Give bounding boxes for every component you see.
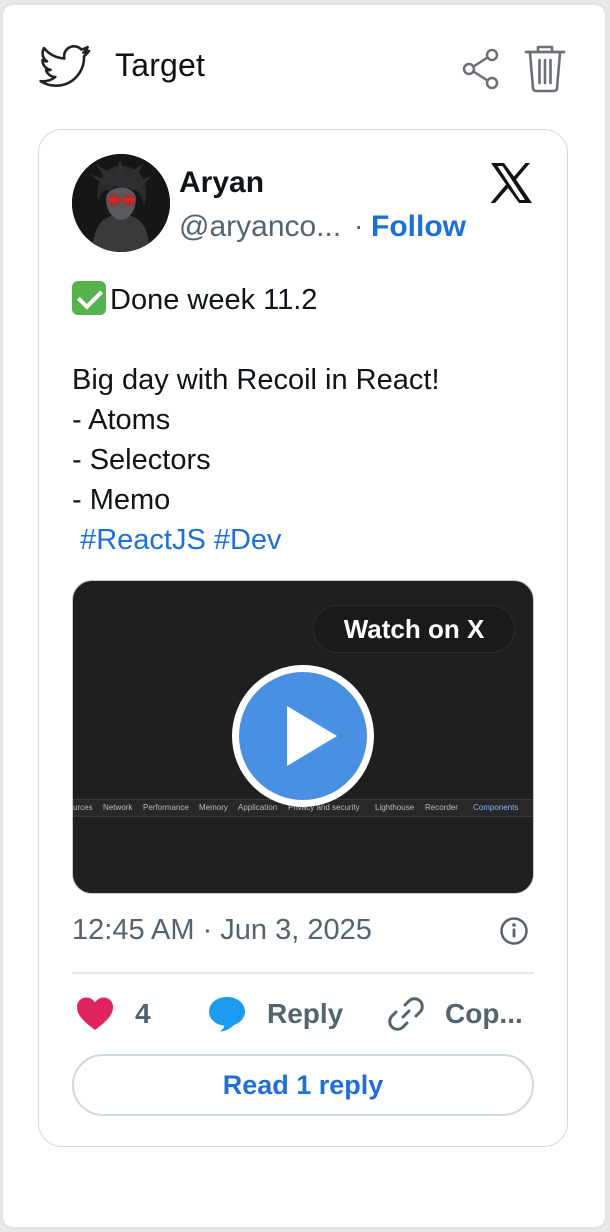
reply-bubble-icon [209, 997, 245, 1032]
devtools-tab: Recorder [425, 803, 458, 812]
like-count: 4 [135, 998, 151, 1029]
like-button[interactable]: 4 [75, 992, 151, 1036]
follow-link[interactable]: Follow [371, 210, 466, 244]
copy-link-button[interactable]: Cop... [387, 992, 523, 1036]
hashtags-line: #ReactJS #Dev [72, 520, 542, 560]
play-icon[interactable] [232, 665, 374, 807]
devtools-tab: Application [238, 803, 278, 812]
reply-label: Reply [267, 998, 344, 1029]
devtools-panel [73, 818, 533, 893]
link-icon [388, 997, 424, 1031]
hashtag-link[interactable]: #ReactJS [80, 524, 206, 556]
card-header: Target [3, 5, 605, 125]
devtools-tab: Components [473, 803, 519, 812]
watch-on-x-button[interactable]: Watch on X [313, 605, 515, 653]
read-replies-button[interactable]: Read 1 reply [72, 1054, 534, 1116]
separator-dot: · [354, 210, 364, 241]
tweet-line: Done week 11.2 [72, 280, 542, 320]
tweet-line [72, 320, 542, 360]
heart-icon [77, 997, 113, 1030]
embed-card: Target Aryan @aryanco... · Follow Done w… [1, 3, 607, 1229]
video-media[interactable]: urces Network Performance Memory Applica… [72, 580, 534, 894]
header-title: Target [115, 47, 206, 83]
avatar[interactable] [72, 154, 170, 252]
info-icon[interactable] [499, 916, 529, 946]
twitter-bird-icon [39, 45, 91, 87]
divider [72, 972, 534, 974]
tweet-line: - Selectors [72, 444, 211, 476]
author-name[interactable]: Aryan [179, 166, 264, 200]
devtools-tab: Performance [143, 803, 189, 812]
check-mark-icon [72, 281, 106, 315]
devtools-tab: urces [73, 803, 93, 812]
tweet-line: Big day with Recoil in React! [72, 364, 440, 396]
reply-button[interactable]: Reply [207, 992, 343, 1036]
share-icon[interactable] [461, 47, 501, 91]
hashtag-link[interactable]: #Dev [214, 524, 282, 556]
copy-label: Cop... [445, 998, 523, 1029]
tweet-line: - Atoms [72, 404, 171, 436]
devtools-tab: Memory [199, 803, 228, 812]
tweet-line: - Memo [72, 484, 171, 516]
tweet-text: Done week 11.2 Big day with Recoil in Re… [72, 280, 542, 560]
devtools-tab: Lighthouse [375, 803, 415, 812]
tweet-embed: Aryan @aryanco... · Follow Done week 11.… [38, 129, 568, 1147]
devtools-tab: Network [103, 803, 133, 812]
author-handle[interactable]: @aryanco... [179, 210, 341, 244]
tweet-timestamp[interactable]: 12:45 AM · Jun 3, 2025 [72, 914, 372, 947]
trash-icon[interactable] [523, 43, 567, 93]
x-logo-icon[interactable] [489, 162, 533, 204]
